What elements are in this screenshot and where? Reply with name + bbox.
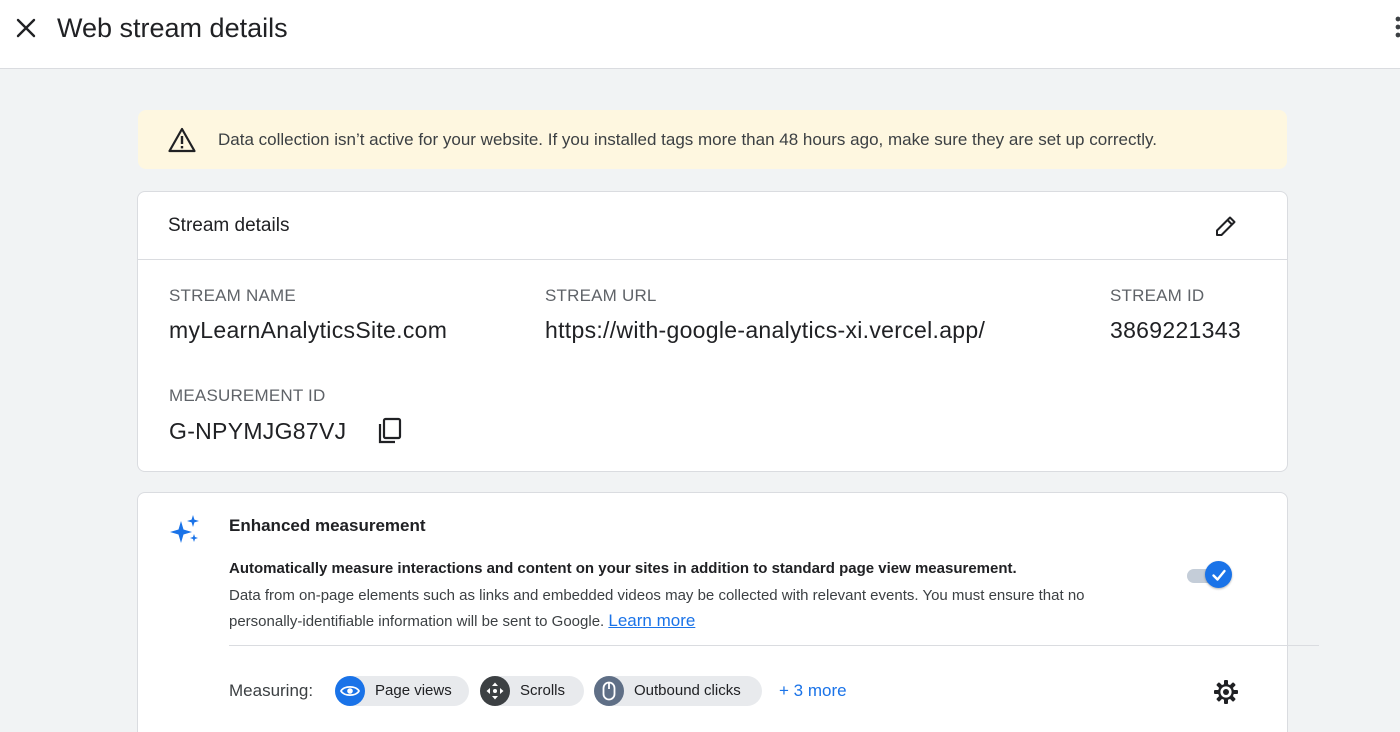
- check-icon: [1211, 569, 1226, 581]
- stream-details-title: Stream details: [168, 215, 290, 236]
- more-measurements-link[interactable]: + 3 more: [779, 681, 847, 701]
- stream-details-header: Stream details: [138, 192, 1287, 260]
- alert-message: Data collection isn’t active for your we…: [218, 130, 1157, 149]
- page-title: Web stream details: [57, 13, 288, 43]
- scroll-arrows-icon: [480, 676, 510, 706]
- top-app-bar: Web stream details: [0, 0, 1400, 69]
- enhanced-measurement-card: Enhanced measurement Automatically measu…: [137, 492, 1319, 732]
- close-icon: [16, 18, 36, 38]
- stream-url-label: STREAM URL: [545, 286, 657, 305]
- gear-icon: [1214, 680, 1238, 704]
- close-button[interactable]: [10, 12, 42, 44]
- stream-name-label: STREAM NAME: [169, 286, 296, 305]
- chip-label: Page views: [375, 682, 452, 699]
- stream-details-card: Stream details STREAM NAME myLearnAnalyt…: [137, 191, 1288, 472]
- chip-scrolls[interactable]: Scrolls: [480, 676, 584, 706]
- toggle-knob: [1205, 561, 1232, 588]
- stream-id-value: 3869221343: [1110, 317, 1241, 343]
- mouse-icon: [594, 676, 624, 706]
- enhanced-measurement-description: Data from on-page elements such as links…: [229, 583, 1159, 634]
- enhanced-measurement-summary: Automatically measure interactions and c…: [229, 560, 1017, 577]
- more-vert-icon: [1395, 16, 1400, 38]
- enhanced-measurement-toggle[interactable]: [1185, 561, 1233, 589]
- enhanced-measurement-title: Enhanced measurement: [229, 516, 426, 535]
- copy-icon: [378, 417, 402, 444]
- stream-name-value: myLearnAnalyticsSite.com: [169, 317, 448, 343]
- more-options-button[interactable]: [1389, 14, 1400, 42]
- measurement-id-label: MEASUREMENT ID: [169, 386, 326, 405]
- settings-button[interactable]: [1211, 677, 1241, 707]
- eye-icon: [335, 676, 365, 706]
- learn-more-link[interactable]: Learn more: [608, 611, 695, 630]
- stream-id-label: STREAM ID: [1110, 286, 1205, 305]
- stream-url-value: https://with-google-analytics-xi.vercel.…: [545, 317, 986, 343]
- chip-page-views[interactable]: Page views: [335, 676, 469, 706]
- divider: [229, 645, 1319, 646]
- measuring-label: Measuring:: [229, 681, 314, 700]
- measurement-id-value: G-NPYMJG87VJ: [169, 418, 347, 444]
- chip-outbound-clicks[interactable]: Outbound clicks: [594, 676, 762, 706]
- chip-label: Outbound clicks: [634, 682, 741, 699]
- data-collection-alert: Data collection isn’t active for your we…: [138, 110, 1287, 169]
- chip-label: Scrolls: [520, 682, 566, 699]
- edit-icon: [1216, 216, 1236, 236]
- edit-button[interactable]: [1210, 210, 1242, 242]
- sparkle-icon: [170, 515, 199, 543]
- warning-icon: [168, 127, 196, 153]
- copy-measurement-id-button[interactable]: [375, 415, 405, 447]
